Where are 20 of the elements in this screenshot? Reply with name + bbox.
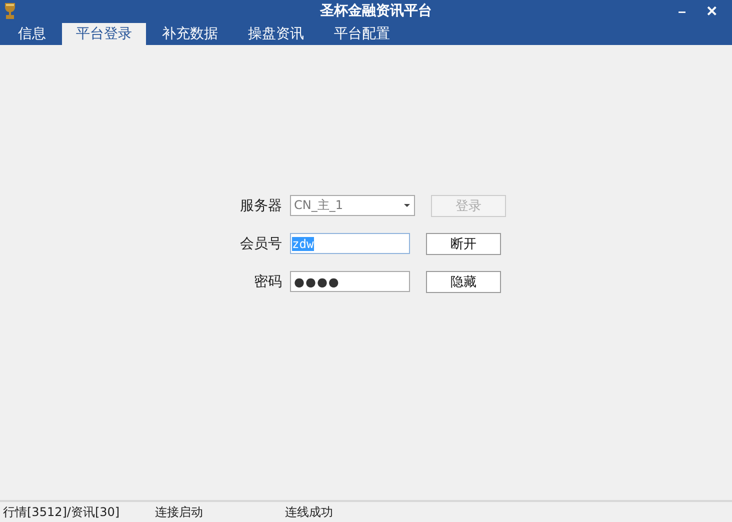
password-field[interactable]: ●●●●: [290, 271, 410, 292]
minimize-button[interactable]: –: [668, 3, 696, 19]
tab[interactable]: 操盘资讯: [234, 22, 318, 45]
caret-icon: [404, 204, 410, 207]
tab[interactable]: 补充数据: [148, 22, 232, 45]
window-title: 圣杯金融资讯平台: [318, 2, 433, 20]
close-button[interactable]: ✕: [698, 3, 726, 19]
form-button[interactable]: 断开: [426, 232, 501, 254]
tab[interactable]: 平台登录: [62, 23, 146, 45]
status-text: 行情[3512]/资讯[30]: [2, 504, 121, 520]
tab[interactable]: 信息: [4, 22, 60, 45]
trophy-icon: [4, 2, 16, 20]
tab[interactable]: 平台配置: [320, 22, 404, 45]
server-dropdown[interactable]: CN_主_1: [290, 195, 415, 216]
status-text: 连接启动: [155, 504, 204, 520]
status-text: 连线成功: [285, 504, 333, 520]
field-label: 会员号: [239, 234, 282, 252]
form-button[interactable]: 隐藏: [426, 270, 501, 292]
field-label: 服务器: [239, 196, 282, 214]
field-label: 密码: [253, 272, 282, 290]
